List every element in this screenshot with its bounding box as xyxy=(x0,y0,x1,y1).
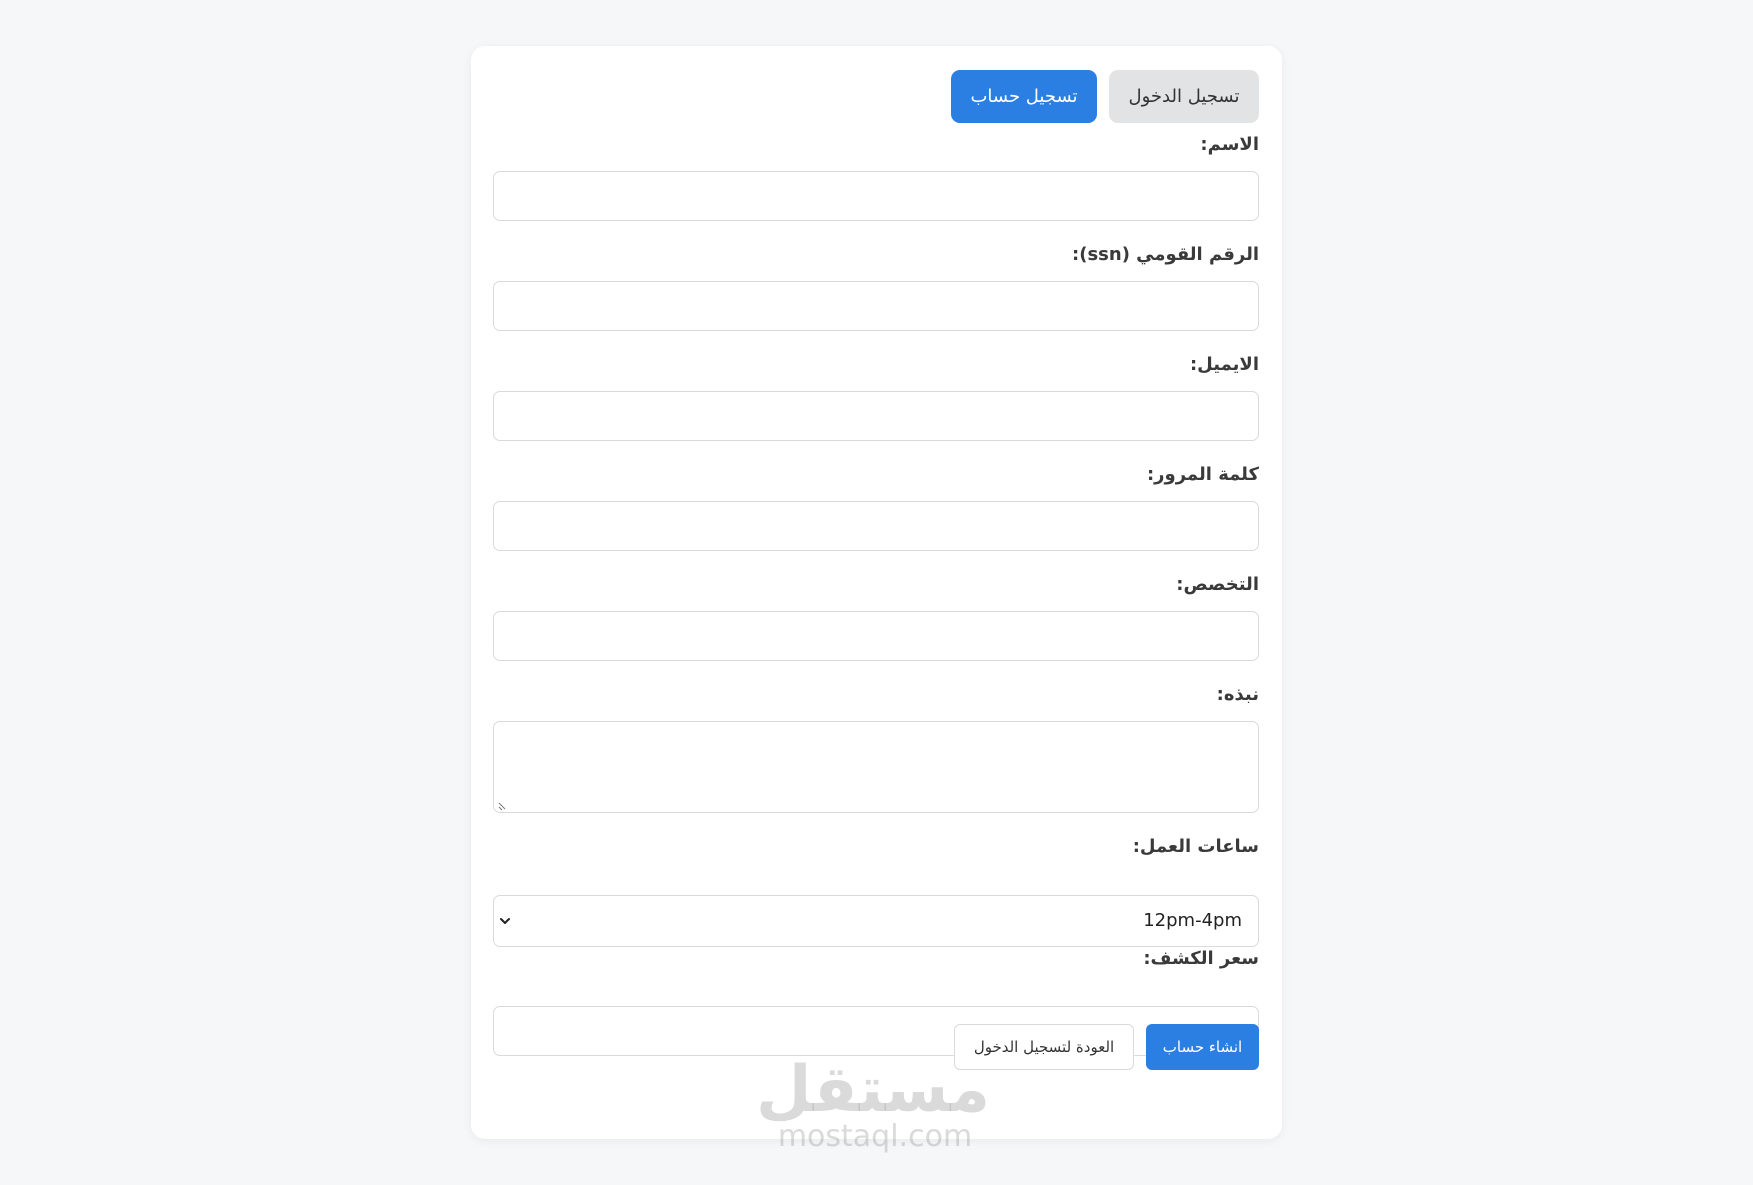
ssn-label: الرقم القومي (ssn): xyxy=(1072,244,1259,265)
hours-selected-value: 12pm-4pm xyxy=(1143,910,1242,931)
name-label: الاسم: xyxy=(1200,134,1259,155)
bio-label: نبذه: xyxy=(1216,684,1259,705)
email-input[interactable] xyxy=(493,391,1259,441)
back-to-login-button[interactable]: العودة لتسجيل الدخول xyxy=(954,1024,1134,1070)
resize-grip-icon[interactable] xyxy=(497,801,507,811)
chevron-down-icon xyxy=(500,918,510,924)
hours-label: ساعات العمل: xyxy=(1132,836,1259,857)
signup-card: تسجيل الدخول تسجيل حساب الاسم: الرقم الق… xyxy=(471,46,1282,1139)
specialty-input[interactable] xyxy=(493,611,1259,661)
price-input[interactable] xyxy=(493,1006,1259,1056)
bio-wrapper xyxy=(493,721,1259,813)
price-label: سعر الكشف: xyxy=(1143,948,1259,969)
create-account-button[interactable]: انشاء حساب xyxy=(1146,1024,1259,1070)
password-input[interactable] xyxy=(493,501,1259,551)
email-label: الايميل: xyxy=(1189,354,1259,375)
specialty-label: التخصص: xyxy=(1176,574,1259,595)
hours-select[interactable]: 12pm-4pm xyxy=(493,895,1259,947)
tab-signup[interactable]: تسجيل حساب xyxy=(951,70,1097,123)
password-label: كلمة المرور: xyxy=(1146,464,1259,485)
ssn-input[interactable] xyxy=(493,281,1259,331)
tab-login[interactable]: تسجيل الدخول xyxy=(1109,70,1259,123)
bio-textarea[interactable] xyxy=(493,721,1259,813)
name-input[interactable] xyxy=(493,171,1259,221)
